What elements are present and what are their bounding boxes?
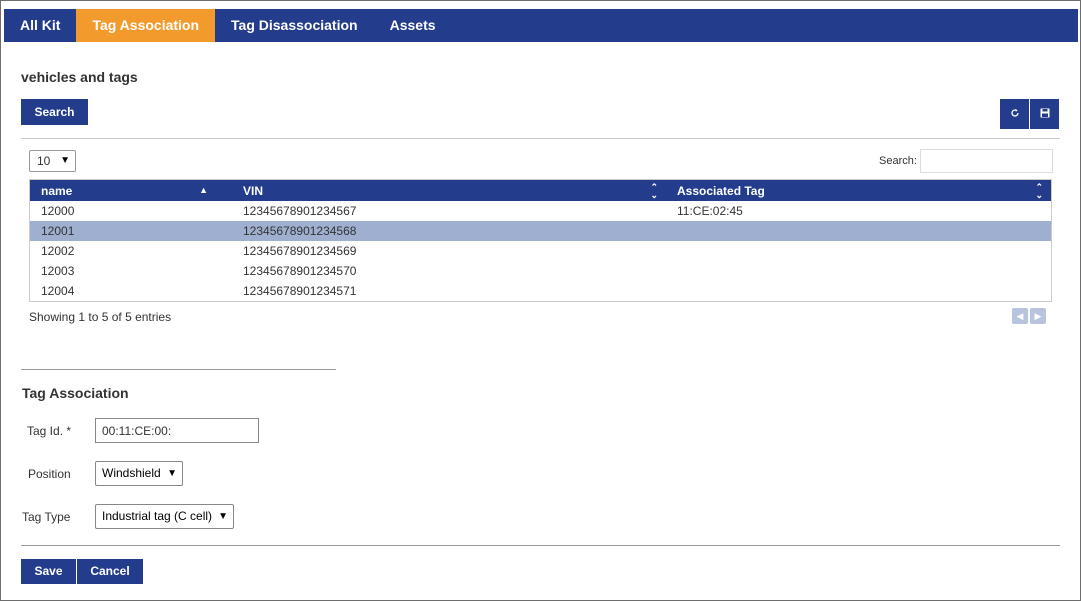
table-row[interactable]: 12004 12345678901234571	[30, 281, 1051, 301]
vehicles-table: name ▲ VIN ⌃⌄ Associated Tag ⌃⌄ 12000	[29, 179, 1052, 302]
table-row-selected[interactable]: 12001 12345678901234568	[30, 221, 1051, 241]
divider	[21, 369, 336, 370]
cancel-button[interactable]: Cancel	[77, 559, 143, 584]
form-title: Tag Association	[22, 385, 129, 401]
cell-tag: 11:CE:02:45	[677, 204, 743, 218]
caret-down-icon: ▼	[60, 155, 70, 166]
tag-type-value: Industrial tag (C cell)	[102, 509, 213, 523]
column-header-associated-tag[interactable]: Associated Tag ⌃ ⌄	[666, 180, 1051, 201]
column-header-name[interactable]: name ▲	[30, 180, 232, 201]
position-select[interactable]: Windshield ▼	[95, 461, 183, 486]
table-info: Showing 1 to 5 of 5 entries	[29, 310, 172, 324]
refresh-icon	[1010, 107, 1020, 121]
cell-name: 12003	[41, 264, 75, 278]
pagination: ◀ ▶	[1012, 308, 1046, 324]
save-table-button[interactable]	[1030, 99, 1059, 129]
previous-page-icon[interactable]: ◀	[1012, 308, 1028, 324]
tag-type-label: Tag Type	[22, 510, 71, 524]
tab-tag-association[interactable]: Tag Association	[76, 9, 216, 42]
page-length-value: 10	[37, 154, 51, 168]
cell-tag	[666, 261, 1051, 281]
position-value: Windshield	[102, 466, 161, 480]
cell-vin: 12345678901234568	[232, 221, 666, 241]
cell-name: 12000	[41, 204, 75, 218]
save-button[interactable]: Save	[21, 559, 76, 584]
top-nav: All Kit Tag Association Tag Disassociati…	[4, 9, 1078, 42]
table-search-label: Search:	[879, 155, 917, 167]
table-row[interactable]: 12000 12345678901234567 11:CE:02:45	[30, 201, 1051, 221]
position-label: Position	[28, 467, 71, 481]
sort-both-icon: ⌃ ⌄	[650, 182, 658, 200]
cell-vin: 12345678901234571	[243, 284, 357, 298]
cell-vin: 12345678901234570	[243, 264, 357, 278]
cell-tag	[666, 281, 1051, 301]
tag-id-label: Tag Id. *	[27, 424, 72, 438]
table-row[interactable]: 12002 12345678901234569	[30, 241, 1051, 261]
refresh-button[interactable]	[1000, 99, 1029, 129]
app-frame: All Kit Tag Association Tag Disassociati…	[0, 0, 1081, 601]
cell-tag	[666, 241, 1051, 261]
cell-name: 12002	[41, 244, 75, 258]
cell-name: 12004	[41, 284, 75, 298]
cell-tag	[666, 221, 1051, 241]
column-header-label: Associated Tag	[677, 183, 765, 198]
caret-down-icon: ▼	[167, 468, 177, 479]
page-length-select[interactable]: 10 ▼	[29, 150, 76, 172]
tag-id-input[interactable]	[95, 418, 259, 443]
divider	[21, 545, 1060, 546]
sort-both-icon: ⌃ ⌄	[1035, 182, 1043, 200]
table-search-input[interactable]	[920, 149, 1053, 173]
tab-tag-disassociation[interactable]: Tag Disassociation	[215, 9, 374, 42]
next-page-icon[interactable]: ▶	[1030, 308, 1046, 324]
floppy-disk-icon	[1040, 107, 1050, 121]
search-button[interactable]: Search	[21, 99, 88, 125]
column-header-vin[interactable]: VIN ⌃ ⌄	[232, 180, 666, 201]
divider	[21, 138, 1060, 139]
tab-assets[interactable]: Assets	[374, 9, 452, 42]
table-row[interactable]: 12003 12345678901234570	[30, 261, 1051, 281]
column-header-label: name	[41, 183, 73, 198]
tag-type-select[interactable]: Industrial tag (C cell) ▼	[95, 504, 234, 529]
cell-name: 12001	[30, 221, 232, 241]
caret-down-icon: ▼	[218, 511, 228, 522]
cell-vin: 12345678901234569	[243, 244, 357, 258]
section-title: vehicles and tags	[21, 69, 138, 85]
tab-all-kit[interactable]: All Kit	[4, 9, 76, 42]
cell-vin: 12345678901234567	[243, 204, 357, 218]
column-header-label: VIN	[243, 183, 264, 198]
sort-asc-icon: ▲	[199, 185, 208, 195]
